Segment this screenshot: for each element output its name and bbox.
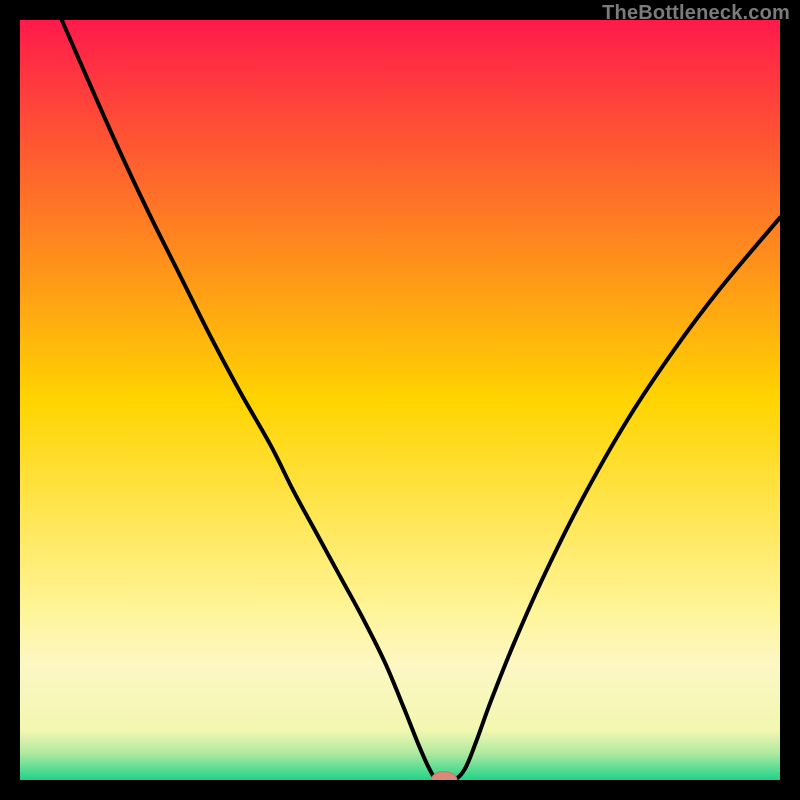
gradient-background — [20, 20, 780, 780]
watermark-text: TheBottleneck.com — [602, 2, 790, 25]
plot-svg — [20, 20, 780, 780]
plot-area — [20, 20, 780, 780]
chart-frame: TheBottleneck.com — [0, 0, 800, 800]
